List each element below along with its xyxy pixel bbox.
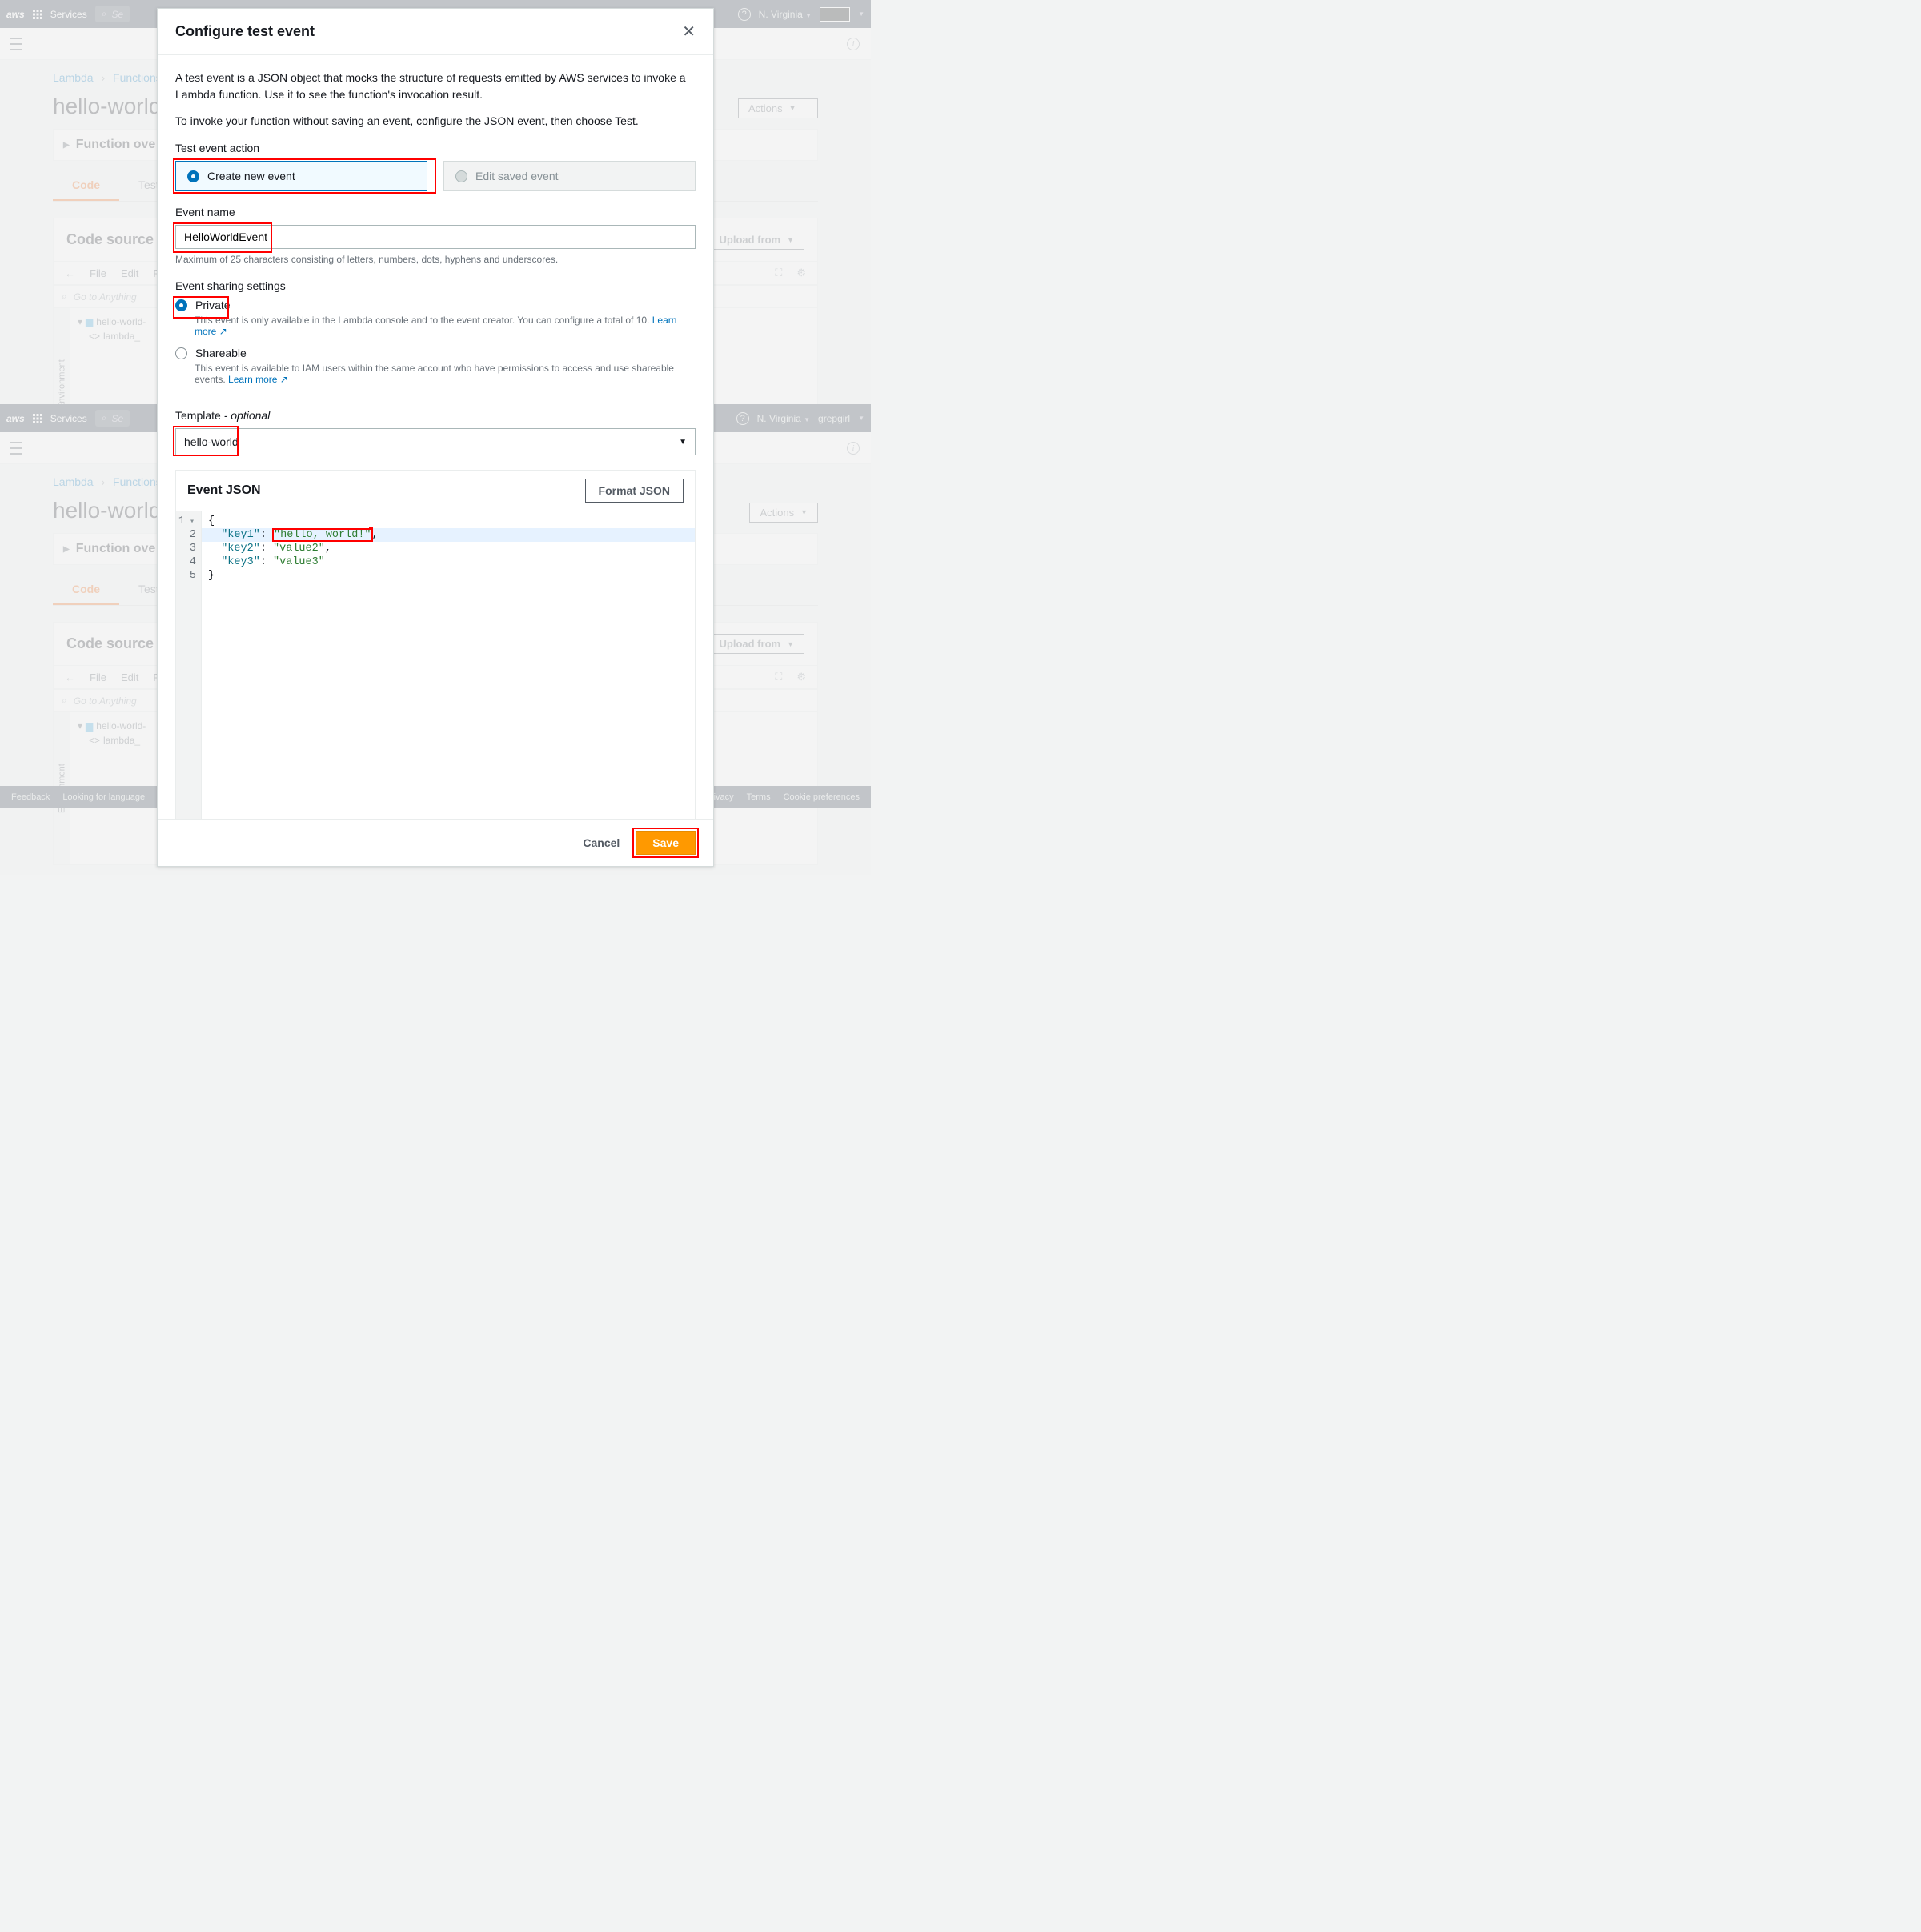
template-optional: - optional bbox=[224, 409, 271, 422]
close-icon[interactable]: ✕ bbox=[682, 24, 696, 40]
event-json-panel: Event JSON Format JSON 1 ▾2345 { "key1":… bbox=[175, 470, 696, 819]
modal-description-1: A test event is a JSON object that mocks… bbox=[175, 70, 696, 103]
shareable-desc: This event is available to IAM users wit… bbox=[195, 363, 696, 385]
learn-more-shareable[interactable]: Learn more ↗ bbox=[228, 374, 288, 385]
json-editor[interactable]: 1 ▾2345 { "key1": "hello, world!", "key2… bbox=[176, 511, 695, 819]
external-link-icon: ↗ bbox=[280, 374, 288, 385]
modal-body: A test event is a JSON object that mocks… bbox=[158, 55, 713, 819]
template-label: Template - optional bbox=[175, 409, 696, 422]
cancel-button[interactable]: Cancel bbox=[580, 832, 623, 854]
save-button[interactable]: Save bbox=[636, 831, 696, 855]
save-wrap: Save bbox=[636, 831, 696, 855]
radio-off-icon bbox=[175, 347, 187, 359]
event-sharing-label: Event sharing settings bbox=[175, 279, 696, 292]
test-event-action-toggle: Create new event Edit saved event bbox=[175, 161, 696, 191]
event-name-wrap bbox=[175, 225, 696, 249]
template-value: hello-world bbox=[184, 435, 239, 448]
event-sharing-block: Event sharing settings Private This even… bbox=[175, 279, 696, 395]
event-name-input[interactable] bbox=[175, 225, 696, 249]
create-new-label: Create new event bbox=[207, 170, 295, 182]
caret-down-icon: ▼ bbox=[679, 438, 687, 447]
shareable-radio[interactable]: Shareable bbox=[175, 347, 696, 359]
line-gutter: 1 ▾2345 bbox=[176, 511, 202, 819]
radio-on-icon bbox=[175, 299, 187, 311]
private-radio[interactable]: Private bbox=[175, 299, 231, 311]
template-select[interactable]: hello-world ▼ bbox=[175, 428, 696, 455]
shareable-label: Shareable bbox=[195, 347, 247, 359]
modal-header: Configure test event ✕ bbox=[158, 9, 713, 55]
code-lines[interactable]: { "key1": "hello, world!", "key2": "valu… bbox=[202, 511, 695, 819]
radio-on-icon bbox=[187, 170, 199, 182]
template-block: Template - optional hello-world ▼ bbox=[175, 409, 696, 455]
modal-description-2: To invoke your function without saving a… bbox=[175, 114, 696, 127]
format-json-button[interactable]: Format JSON bbox=[585, 479, 684, 503]
create-new-event-option[interactable]: Create new event bbox=[175, 161, 427, 191]
radio-disabled-icon bbox=[455, 170, 467, 182]
event-name-label: Event name bbox=[175, 206, 696, 218]
modal-footer: Cancel Save bbox=[158, 819, 713, 866]
external-link-icon: ↗ bbox=[219, 326, 227, 337]
edit-saved-label: Edit saved event bbox=[475, 170, 559, 182]
event-json-title: Event JSON bbox=[187, 483, 261, 498]
event-name-hint: Maximum of 25 characters consisting of l… bbox=[175, 254, 696, 265]
template-wrap: hello-world ▼ bbox=[175, 428, 696, 455]
configure-test-event-modal: Configure test event ✕ A test event is a… bbox=[157, 8, 714, 867]
test-event-action-label: Test event action bbox=[175, 142, 696, 154]
edit-saved-event-option: Edit saved event bbox=[443, 161, 696, 191]
modal-title: Configure test event bbox=[175, 23, 315, 40]
event-json-header: Event JSON Format JSON bbox=[176, 471, 695, 511]
private-desc: This event is only available in the Lamb… bbox=[195, 315, 696, 337]
private-label: Private bbox=[195, 299, 231, 311]
event-name-block: Event name Maximum of 25 characters cons… bbox=[175, 206, 696, 265]
